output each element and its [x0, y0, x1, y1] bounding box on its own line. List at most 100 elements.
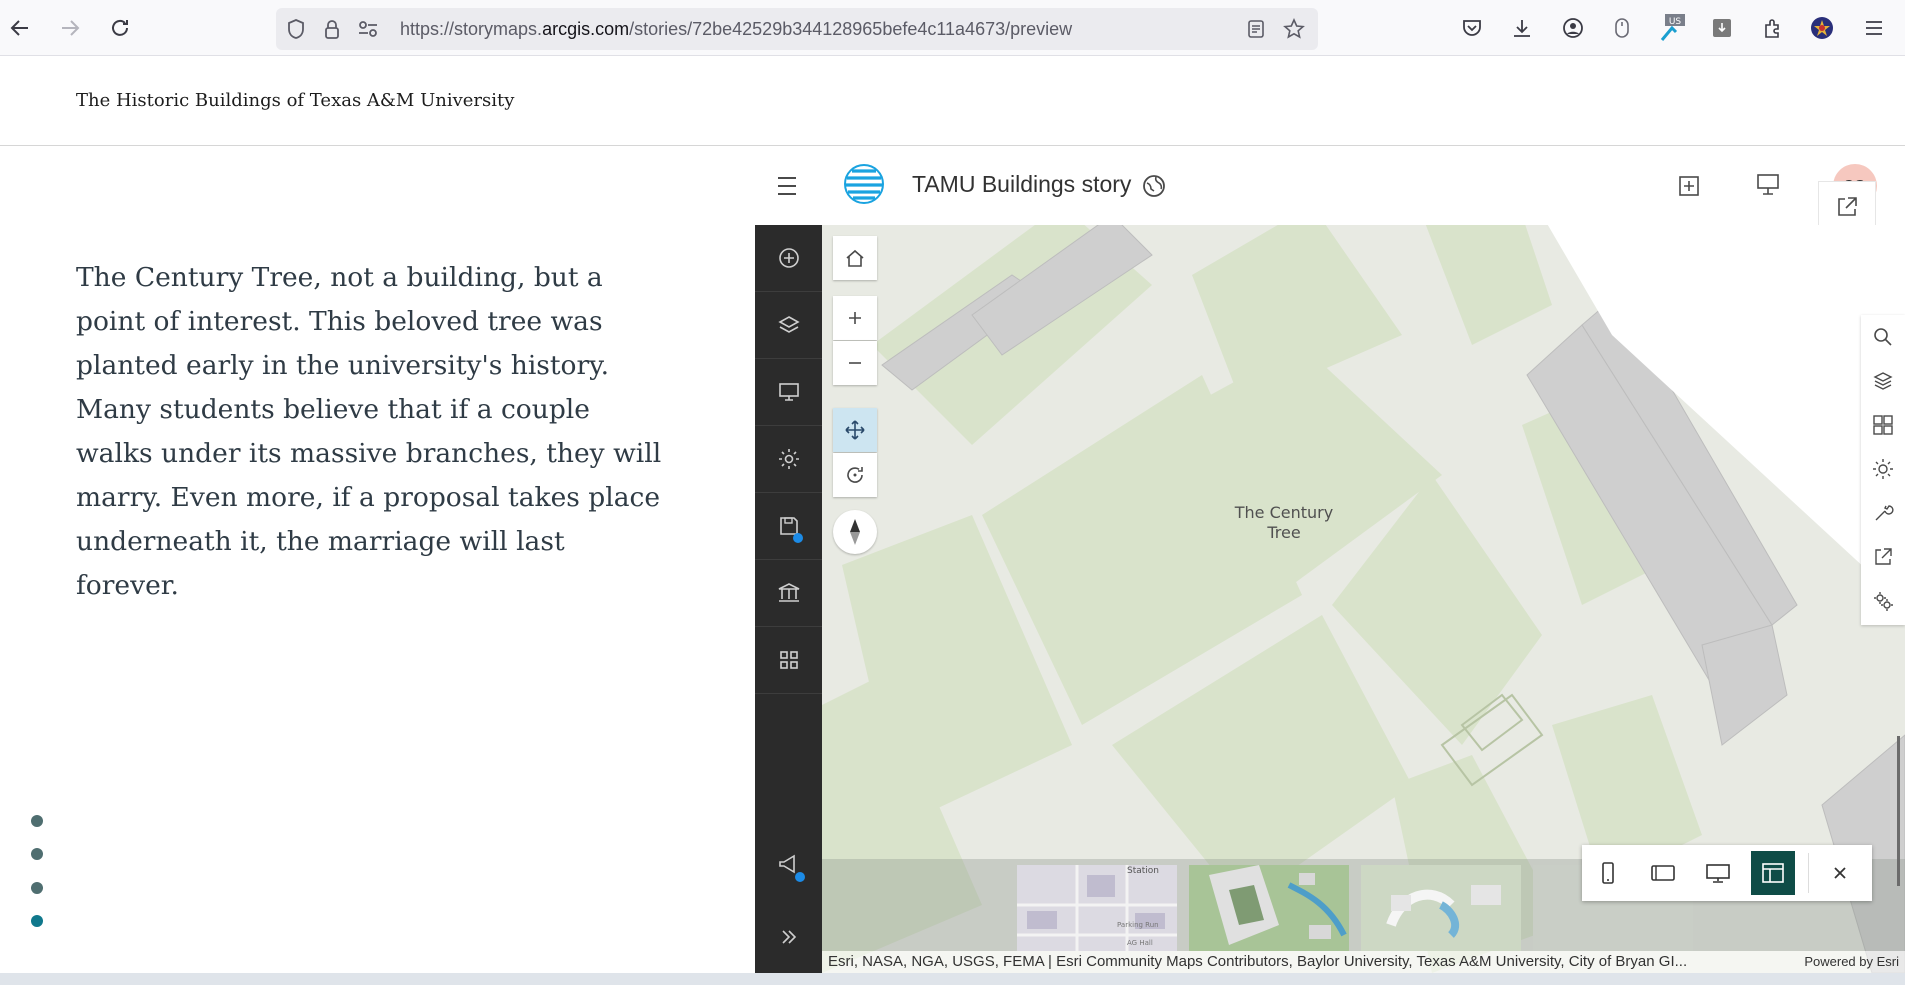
- forward-button[interactable]: [54, 12, 86, 44]
- home-icon: [846, 249, 864, 267]
- map-label: The Century Tree: [1234, 503, 1334, 542]
- reader-view-icon[interactable]: [1244, 17, 1268, 41]
- download-icon[interactable]: [1508, 14, 1536, 42]
- pocket-icon[interactable]: [1458, 14, 1486, 42]
- apps-button[interactable]: [755, 627, 822, 694]
- announcements-button[interactable]: [755, 830, 822, 897]
- responsive-view-button[interactable]: [1751, 851, 1795, 895]
- add-button[interactable]: [755, 225, 822, 292]
- progress-dot-4[interactable]: [31, 915, 43, 927]
- sun-icon: [1873, 459, 1893, 479]
- expand-toolbar-button[interactable]: [755, 903, 822, 970]
- plus-icon: [849, 312, 861, 324]
- presentation-button[interactable]: [1753, 170, 1783, 200]
- close-icon: [1834, 867, 1846, 879]
- home-button[interactable]: [833, 236, 877, 280]
- zoom-out-button[interactable]: [833, 341, 877, 385]
- os-taskbar: [0, 973, 1905, 985]
- presentation-icon: [778, 383, 799, 401]
- search-icon: [1874, 328, 1892, 346]
- phone-icon: [1602, 862, 1614, 884]
- address-bar[interactable]: https://storymaps.arcgis.com/stories/72b…: [276, 8, 1318, 50]
- basemap-icon: [1873, 415, 1893, 435]
- progress-dot-2[interactable]: [31, 848, 43, 860]
- rotate-button[interactable]: [833, 453, 877, 497]
- account-icon[interactable]: [1559, 14, 1587, 42]
- globe-sharing-icon[interactable]: [1141, 173, 1167, 199]
- app-title: TAMU Buildings story: [912, 171, 1132, 197]
- gear-icon: [778, 449, 799, 469]
- scene-viewer-button[interactable]: [755, 560, 822, 627]
- desktop-view-button[interactable]: [1696, 851, 1740, 895]
- arrow-left-icon: [10, 20, 28, 36]
- bookmark-star-icon[interactable]: [1282, 17, 1306, 41]
- basemap-thumb-3[interactable]: [1361, 865, 1521, 951]
- settings-button[interactable]: [755, 426, 822, 493]
- profile-extension-icon[interactable]: [1808, 14, 1836, 42]
- plus-square-icon: [1679, 176, 1699, 196]
- rotate-icon: [847, 467, 863, 483]
- extensions-puzzle-icon[interactable]: [1759, 14, 1787, 42]
- hamburger-menu-button[interactable]: [775, 175, 801, 197]
- layers-icon: [1873, 372, 1893, 390]
- basemap-thumb-2[interactable]: [1189, 865, 1349, 951]
- back-button[interactable]: [4, 12, 36, 44]
- compass-icon: [850, 519, 860, 545]
- divider: [1808, 853, 1809, 893]
- save-button[interactable]: [755, 493, 822, 560]
- menu-icon: [778, 177, 796, 195]
- zoom-in-button[interactable]: [833, 296, 877, 340]
- app-header: TAMU Buildings story CG: [755, 147, 1905, 233]
- share-button[interactable]: [1861, 535, 1905, 579]
- layers-button[interactable]: [755, 292, 822, 359]
- map-attribution: Esri, NASA, NGA, USGS, FEMA | Esri Commu…: [822, 951, 1905, 973]
- monitor-icon: [1706, 864, 1730, 883]
- daylight-button[interactable]: [1861, 447, 1905, 491]
- extension-gray-icon[interactable]: [1708, 14, 1736, 42]
- svg-text:Parking Run: Parking Run: [1117, 921, 1159, 929]
- compass-button[interactable]: [833, 510, 877, 554]
- layers-button[interactable]: [1861, 359, 1905, 403]
- shield-icon[interactable]: [284, 17, 308, 41]
- grid-icon: [779, 651, 798, 669]
- basemap-gallery-button[interactable]: [1861, 403, 1905, 447]
- slides-button[interactable]: [755, 359, 822, 426]
- measure-button[interactable]: [1861, 491, 1905, 535]
- arrow-right-icon: [62, 20, 80, 36]
- reload-button[interactable]: [104, 12, 136, 44]
- tablet-view-button[interactable]: [1641, 851, 1685, 895]
- svg-text:AG Hall: AG Hall: [1127, 939, 1153, 947]
- layout-icon: [1762, 863, 1784, 883]
- scene-settings-button[interactable]: [1861, 579, 1905, 623]
- search-button[interactable]: [1861, 315, 1905, 359]
- close-preview-button[interactable]: [1818, 851, 1862, 895]
- extension-mouse-icon[interactable]: [1608, 14, 1636, 42]
- svg-text:US: US: [1669, 17, 1682, 27]
- move-arrows-icon: [845, 420, 865, 440]
- embedded-map-app: TAMU Buildings story CG: [755, 147, 1905, 973]
- map-view[interactable]: The Century Tree Station Parking Run AG …: [822, 225, 1905, 973]
- url-text: https://storymaps.arcgis.com/stories/72b…: [400, 19, 1073, 39]
- permissions-icon[interactable]: [356, 17, 380, 41]
- add-slide-button[interactable]: [1675, 172, 1703, 200]
- mobile-view-button[interactable]: [1586, 851, 1630, 895]
- att-logo-icon: [843, 163, 885, 205]
- right-toolbar: [1861, 315, 1905, 625]
- scrollbar-thumb[interactable]: [1897, 736, 1900, 886]
- device-preview-panel: [1582, 845, 1872, 901]
- browser-toolbar: https://storymaps.arcgis.com/stories/72b…: [0, 0, 1905, 56]
- left-toolbar: [755, 225, 822, 973]
- pan-button[interactable]: [833, 408, 877, 452]
- extension-us-icon[interactable]: US: [1659, 14, 1687, 42]
- external-link-icon: [1838, 197, 1857, 216]
- menu-hamburger-icon[interactable]: [1860, 14, 1888, 42]
- share-icon: [1875, 548, 1892, 565]
- progress-dot-3[interactable]: [31, 882, 43, 894]
- add-circle-icon: [778, 248, 799, 268]
- basemap-thumb-1[interactable]: Station Parking Run AG Hall: [1017, 865, 1177, 951]
- progress-dot-1[interactable]: [31, 815, 43, 827]
- gears-icon: [1874, 592, 1893, 611]
- notification-dot: [793, 533, 803, 543]
- layers-icon: [777, 316, 800, 333]
- lock-icon[interactable]: [320, 17, 344, 41]
